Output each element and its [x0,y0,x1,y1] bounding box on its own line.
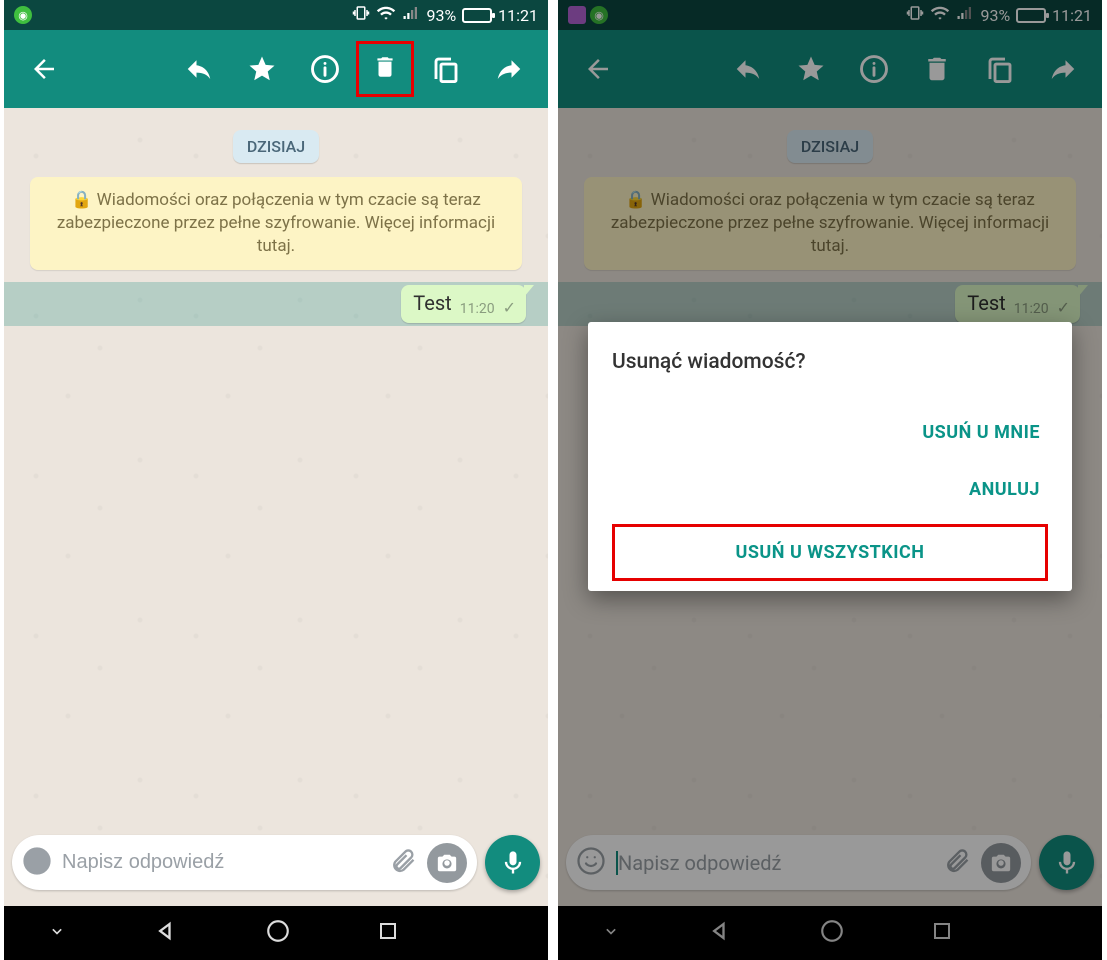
message-bubble[interactable]: Test 11:20 ✓ [401,285,526,323]
message-input-box[interactable] [12,835,477,890]
copy-button[interactable] [414,30,477,108]
phone-right: ◉ 93% 11:21 [558,0,1102,960]
dialog-title: Usunąć wiadomość? [612,350,1048,374]
phone-left: ◉ 93% 11:21 [4,0,548,960]
nav-back-icon[interactable] [152,917,180,949]
cancel-button[interactable]: ANULUJ [612,461,1048,518]
input-row [4,835,548,898]
check-icon: ✓ [503,298,516,317]
attach-icon[interactable] [389,847,417,879]
battery-icon [462,8,492,23]
selection-action-bar [4,30,548,108]
message-time: 11:20 [460,301,495,317]
lock-icon: 🔒 [71,190,92,210]
nav-caret-icon[interactable] [47,921,67,945]
clock: 11:21 [498,6,538,25]
back-button[interactable] [12,30,75,108]
app-notif-icon: ◉ [14,6,32,24]
delete-dialog: Usunąć wiadomość? USUŃ U MNIE ANULUJ USU… [588,322,1072,591]
star-button[interactable] [230,30,293,108]
delete-for-all-button[interactable]: USUŃ U WSZYSTKICH [612,524,1048,581]
emoji-icon[interactable] [22,846,52,880]
battery-pct: 93% [426,6,456,25]
signal-icon [402,4,420,26]
reply-button[interactable] [167,30,230,108]
message-text: Test [413,291,451,315]
message-input[interactable] [62,851,379,874]
info-button[interactable] [293,30,356,108]
nav-bar [4,906,548,960]
mic-button[interactable] [485,835,540,890]
delete-for-me-button[interactable]: USUŃ U MNIE [612,404,1048,461]
vibrate-icon [352,4,370,26]
selected-message-row[interactable]: Test 11:20 ✓ [4,282,548,326]
encryption-notice[interactable]: 🔒 Wiadomości oraz połączenia w tym czaci… [30,177,522,270]
nav-home-icon[interactable] [265,918,291,948]
wifi-icon [376,3,396,27]
delete-button-highlight [356,41,414,97]
delete-button[interactable] [372,54,398,84]
forward-button[interactable] [477,30,540,108]
camera-icon[interactable] [427,843,467,883]
nav-recent-icon[interactable] [376,919,400,947]
chat-area[interactable]: DZISIAJ 🔒 Wiadomości oraz połączenia w t… [4,108,548,960]
status-bar: ◉ 93% 11:21 [4,0,548,30]
date-chip: DZISIAJ [233,130,319,163]
